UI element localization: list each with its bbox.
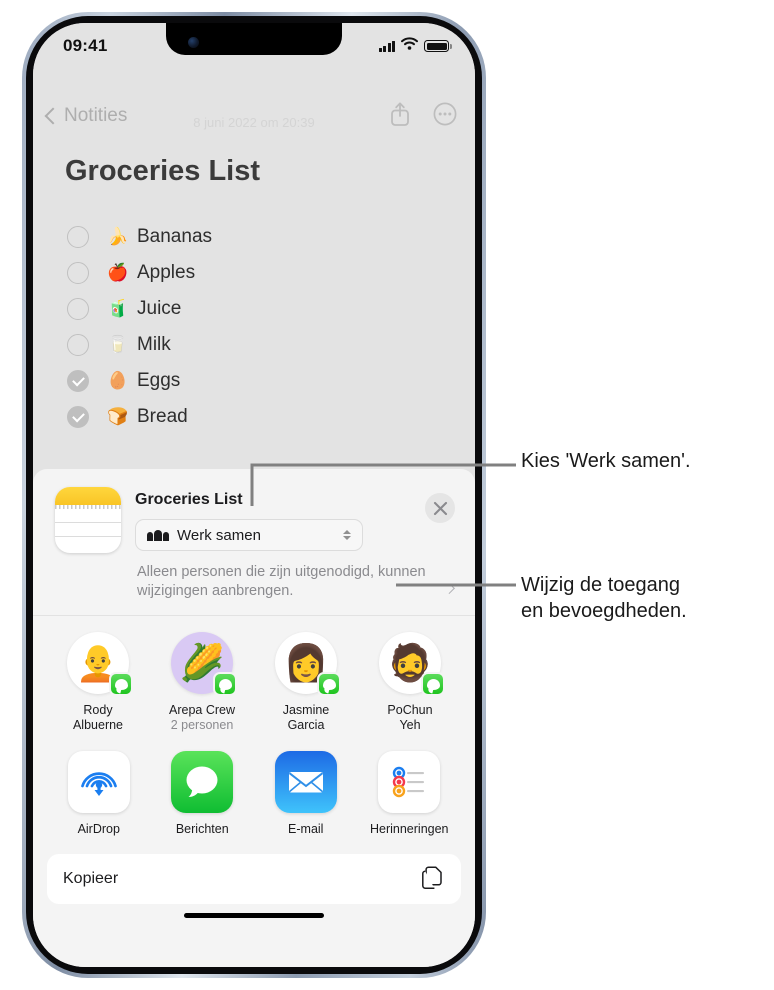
messages-badge-icon: [317, 672, 341, 696]
collaboration-mode-dropdown[interactable]: Werk samen: [135, 519, 363, 551]
status-indicators: [378, 37, 452, 55]
contact-item[interactable]: 👩 Jasmine Garcia: [255, 632, 357, 733]
avatar: 🌽: [171, 632, 237, 696]
note-checklist: 🍌 Bananas 🍎 Apples 🧃 Juice 🥛 Milk 🥚 Eggs…: [67, 219, 397, 435]
contact-item[interactable]: 🧔 PoChun Yeh: [359, 632, 461, 733]
messages-badge-icon: [213, 672, 237, 696]
contact-name: Arepa Crew: [169, 703, 235, 717]
notes-icon-perforation: [55, 505, 121, 509]
checklist-item[interactable]: 🍞 Bread: [67, 399, 397, 435]
avatar: 🧔: [379, 632, 445, 696]
messages-icon: [171, 751, 234, 813]
battery-full-icon: [424, 40, 452, 52]
share-targets-row: AirDrop Berichten E-mail Herinneringen: [33, 743, 475, 848]
chevron-right-icon: [445, 584, 455, 594]
checkbox-apples[interactable]: [67, 262, 89, 284]
collaboration-mode-value: Werk samen: [177, 526, 261, 544]
contact-item[interactable]: 🌽 Arepa Crew 2 personen: [151, 632, 253, 733]
milk-glass-emoji: 🥛: [107, 335, 129, 354]
share-actions-list: Kopieer: [47, 854, 461, 904]
share-target-label: E-mail: [288, 822, 324, 836]
permission-description: Alleen personen die zijn uitgenodigd, ku…: [137, 564, 426, 599]
contact-subtitle: 2 personen: [170, 718, 234, 732]
checklist-item[interactable]: 🥚 Eggs: [67, 363, 397, 399]
checklist-item-label: Eggs: [137, 370, 181, 391]
contact-name: Rody Albuerne: [72, 703, 124, 732]
close-button[interactable]: [425, 493, 455, 523]
banana-emoji: 🍌: [107, 227, 129, 246]
share-target-label: AirDrop: [77, 822, 120, 836]
juice-box-emoji: 🧃: [107, 299, 129, 318]
share-sheet: Groceries List Werk samen Alleen persone…: [33, 469, 475, 967]
share-target-reminders[interactable]: Herinneringen: [358, 751, 462, 836]
close-icon: [433, 501, 447, 515]
people-icon: [147, 529, 169, 541]
messages-badge-icon: [109, 672, 133, 696]
share-target-label: Berichten: [175, 822, 229, 836]
checklist-item-label: Bananas: [137, 226, 213, 247]
check-icon: [71, 373, 85, 386]
notes-icon-header: [55, 487, 121, 505]
device-notch: [166, 23, 342, 55]
avatar: 👩: [275, 632, 341, 696]
page-title: Groceries List: [65, 155, 261, 187]
share-target-label: Herinneringen: [369, 822, 449, 836]
home-indicator: [184, 913, 324, 918]
signal-bars-icon: [378, 40, 395, 52]
callout-text: Kies 'Werk samen'.: [521, 450, 691, 472]
share-sheet-title-block: Groceries List Werk samen: [135, 487, 411, 553]
checkbox-milk[interactable]: [67, 334, 89, 356]
note-date-label: 8 juni 2022 om 20:39: [193, 115, 315, 130]
messages-badge-icon: [421, 672, 445, 696]
share-target-mail[interactable]: E-mail: [254, 751, 358, 836]
share-sheet-title: Groceries List: [135, 491, 243, 508]
copy-action-row[interactable]: Kopieer: [47, 854, 461, 904]
contact-item[interactable]: 🧑‍🦲 Rody Albuerne: [47, 632, 149, 733]
checklist-item[interactable]: 🍌 Bananas: [67, 219, 397, 255]
notes-app-icon: [55, 487, 121, 553]
checklist-item-label: Bread: [137, 406, 188, 427]
suggested-contacts-row: 🧑‍🦲 Rody Albuerne 🌽 Arepa Crew 2 persone…: [33, 616, 475, 743]
copy-action-label: Kopieer: [63, 870, 119, 887]
up-down-chevron-icon: [343, 530, 351, 540]
permission-summary-row[interactable]: Alleen personen die zijn uitgenodigd, ku…: [33, 553, 475, 615]
bread-emoji: 🍞: [107, 407, 129, 426]
device-screen: Notities 8 juni 2022 om 20:39 Groceries …: [33, 23, 475, 967]
share-target-airdrop[interactable]: AirDrop: [47, 751, 151, 836]
checklist-item-label: Juice: [137, 298, 182, 319]
wifi-icon: [401, 37, 418, 55]
mail-icon: [274, 751, 337, 813]
avatar: 🧑‍🦲: [67, 632, 133, 696]
checklist-item-label: Milk: [137, 334, 171, 355]
reminders-icon: [378, 751, 441, 813]
share-target-messages[interactable]: Berichten: [151, 751, 255, 836]
front-camera-icon: [188, 37, 199, 48]
callout-text: Wijzig de toegang en bevoegdheden.: [521, 574, 687, 622]
checklist-item-label: Apples: [137, 262, 196, 283]
checklist-item[interactable]: 🧃 Juice: [67, 291, 397, 327]
share-sheet-header: Groceries List Werk samen: [33, 469, 475, 553]
contact-name: Jasmine Garcia: [282, 703, 330, 732]
contact-name: PoChun Yeh: [387, 703, 433, 732]
checkbox-eggs[interactable]: [67, 370, 89, 392]
notes-icon-rule: [55, 536, 121, 538]
checklist-item[interactable]: 🍎 Apples: [67, 255, 397, 291]
callout-collaborate: Kies 'Werk samen'.: [521, 448, 691, 474]
egg-emoji: 🥚: [107, 371, 129, 390]
airdrop-icon: [67, 751, 130, 813]
copy-icon: [421, 864, 445, 895]
checkbox-bananas[interactable]: [67, 226, 89, 248]
iphone-device-frame: Notities 8 juni 2022 om 20:39 Groceries …: [22, 12, 486, 978]
checkbox-juice[interactable]: [67, 298, 89, 320]
checkbox-bread[interactable]: [67, 406, 89, 428]
apple-emoji: 🍎: [107, 263, 129, 282]
checklist-item[interactable]: 🥛 Milk: [67, 327, 397, 363]
notes-icon-rule: [55, 522, 121, 524]
callout-permissions: Wijzig de toegang en bevoegdheden.: [521, 572, 687, 624]
status-time: 09:41: [63, 36, 108, 55]
check-icon: [71, 409, 85, 422]
